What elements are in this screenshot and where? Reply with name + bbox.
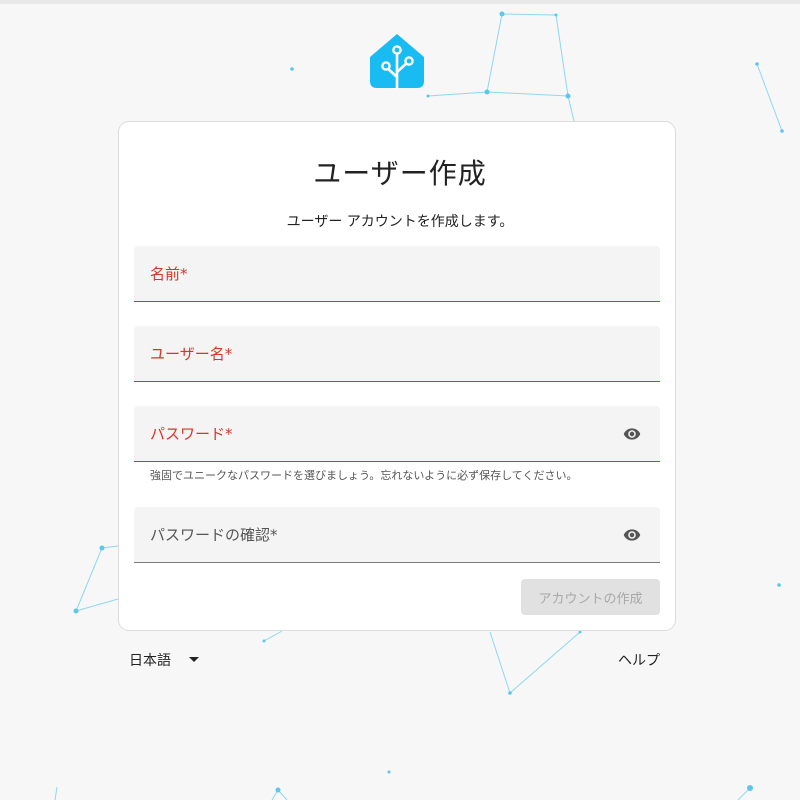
password-field[interactable]: パスワード* <box>134 406 660 462</box>
create-account-button[interactable]: アカウントの作成 <box>521 579 660 615</box>
home-assistant-logo-icon <box>370 34 424 89</box>
username-field-label: ユーザー名* <box>150 345 233 363</box>
eye-icon[interactable] <box>622 526 642 544</box>
username-field[interactable]: ユーザー名* <box>134 326 660 382</box>
page-subtitle: ユーザー アカウントを作成します。 <box>286 214 514 230</box>
password-confirm-field[interactable]: パスワードの確認* <box>134 507 660 563</box>
password-helper-text: 強固でユニークなパスワードを選びましょう。忘れないように必ず保存してください。 <box>150 469 578 482</box>
name-field[interactable]: 名前* <box>134 246 660 302</box>
page-title: ユーザー作成 <box>313 157 487 190</box>
caret-down-icon[interactable] <box>189 657 199 662</box>
password-confirm-field-label: パスワードの確認* <box>150 526 278 544</box>
password-field-label: パスワード* <box>150 425 233 443</box>
help-link[interactable]: ヘルプ <box>618 650 660 670</box>
language-selector[interactable]: 日本語 <box>129 650 171 670</box>
name-field-label: 名前* <box>150 265 188 283</box>
eye-icon[interactable] <box>622 425 642 443</box>
